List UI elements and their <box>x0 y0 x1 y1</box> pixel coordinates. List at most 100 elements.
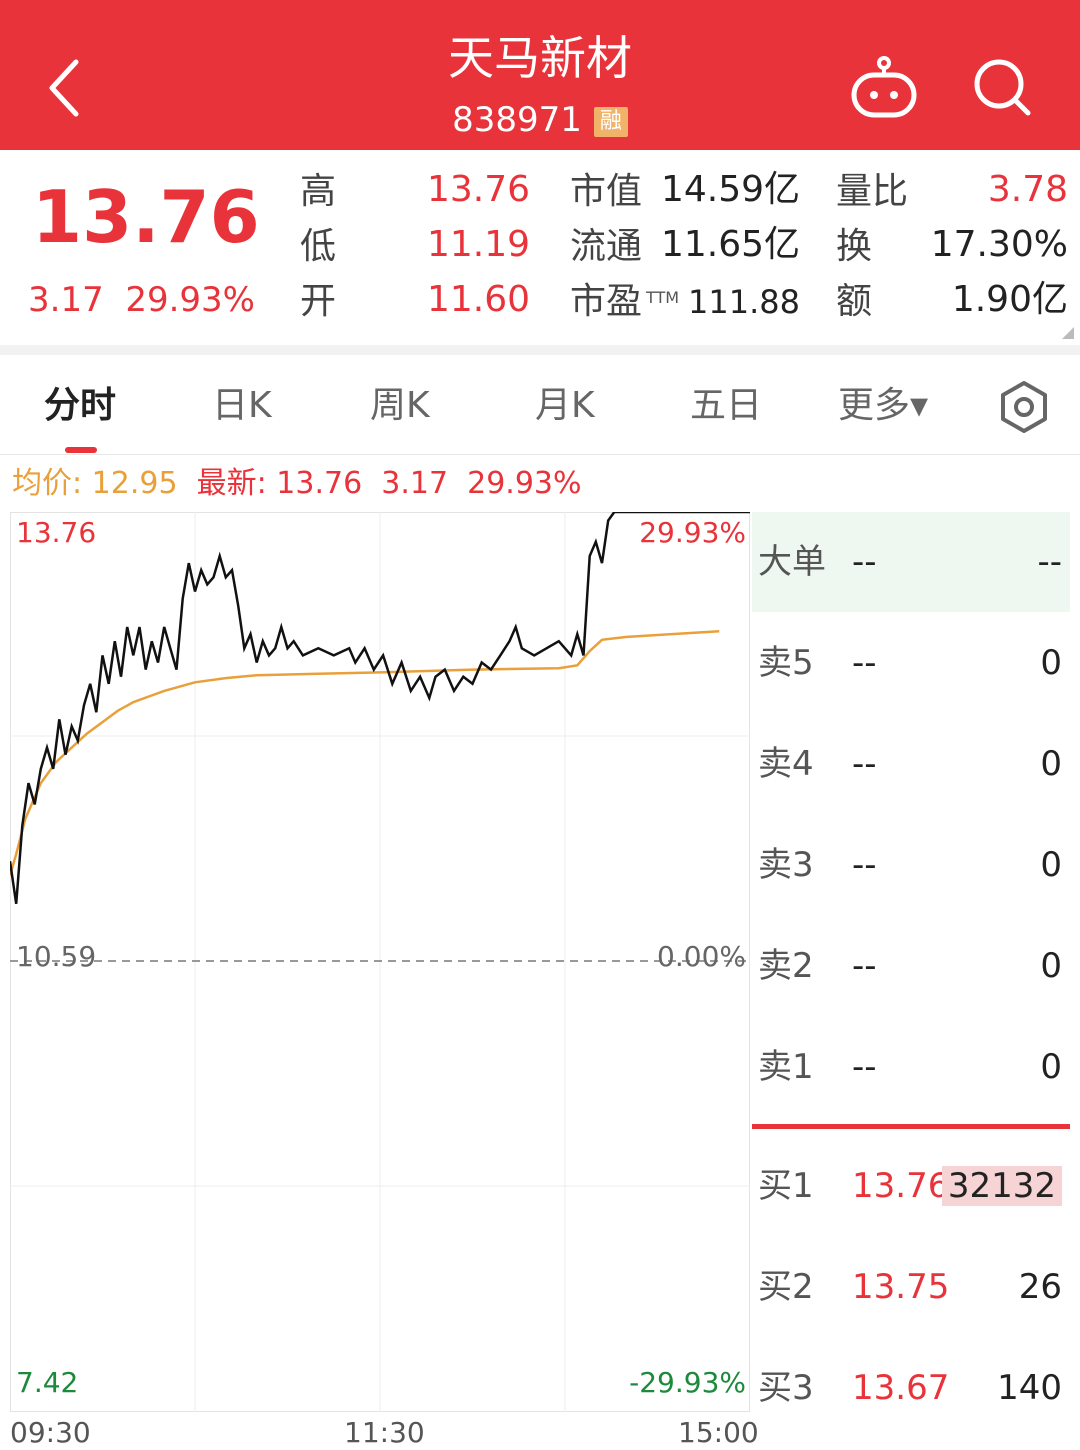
bid-vol: 140 <box>997 1368 1062 1408</box>
amount-value: 1.90亿 <box>951 279 1068 320</box>
y-label-mid-right: 0.00% <box>657 940 746 973</box>
low-label: 低 <box>300 226 337 267</box>
margin-badge: 融 <box>593 106 628 137</box>
ask-vol: 0 <box>1040 643 1062 683</box>
tab-intraday[interactable]: 分时 <box>44 381 116 431</box>
big-order-label: 大单 <box>758 542 826 582</box>
bid-price: 13.67 <box>852 1368 950 1408</box>
hexagon-settings-icon <box>1001 381 1047 433</box>
latest-label: 最新: <box>196 466 267 501</box>
float-value: 11.65亿 <box>660 224 800 265</box>
expand-corner-icon[interactable] <box>1062 327 1074 339</box>
intraday-chart-svg <box>8 510 750 1412</box>
y-label-bottom-right: -29.93% <box>629 1366 746 1399</box>
y-label-mid-left: 10.59 <box>16 940 97 973</box>
ask-label: 卖3 <box>758 845 814 885</box>
tab-weekly-k[interactable]: 周K <box>370 381 430 431</box>
latest-change-pct: 29.93% <box>467 466 582 501</box>
float-label: 流通 <box>570 226 643 267</box>
bid-row[interactable]: 买2 13.75 26 <box>752 1237 1070 1337</box>
big-order-vol: -- <box>1037 542 1062 582</box>
app-header: 天马新材 838971 融 <box>0 0 1080 150</box>
active-tab-indicator <box>65 447 97 453</box>
ask-row[interactable]: 卖1 -- 0 <box>752 1017 1070 1117</box>
bid-label: 买2 <box>758 1267 814 1307</box>
ask-price: -- <box>852 946 877 986</box>
ask-row[interactable]: 卖5 -- 0 <box>752 613 1070 713</box>
price-change: 3.17 29.93% <box>28 278 255 322</box>
order-book: 大单 -- -- 卖5 -- 0 卖4 -- 0 卖3 -- 0 卖2 -- 0… <box>752 512 1072 1450</box>
ask-vol: 0 <box>1040 744 1062 784</box>
stock-code: 838971 <box>452 100 582 140</box>
x-label-open: 09:30 <box>10 1416 91 1449</box>
ask-vol: 0 <box>1040 845 1062 885</box>
avg-price-value: 12.95 <box>91 466 178 501</box>
chart-tabs: 分时 日K 周K 月K 五日 更多▾ <box>0 355 1080 455</box>
mcap-label: 市值 <box>570 171 643 212</box>
ask-vol: 0 <box>1040 946 1062 986</box>
bid-row[interactable]: 买3 13.67 140 <box>752 1338 1070 1438</box>
big-order-row[interactable]: 大单 -- -- <box>752 512 1070 612</box>
last-price: 13.76 <box>32 175 260 259</box>
chart-info-line: 均价: 12.95 最新: 13.76 3.17 29.93% <box>12 462 582 506</box>
section-divider <box>0 345 1080 355</box>
bid-price: 13.76 <box>852 1166 950 1206</box>
ask-label: 卖2 <box>758 946 814 986</box>
turnover-value: 17.30% <box>930 224 1068 265</box>
tab-monthly-k[interactable]: 月K <box>535 381 595 431</box>
x-label-noon: 11:30 <box>344 1416 425 1449</box>
ask-price: -- <box>852 744 877 784</box>
bid-vol: 26 <box>1018 1267 1062 1307</box>
amount-label: 额 <box>836 281 873 322</box>
x-label-close: 15:00 <box>678 1416 759 1449</box>
ask-row[interactable]: 卖2 -- 0 <box>752 916 1070 1016</box>
ask-row[interactable]: 卖3 -- 0 <box>752 815 1070 915</box>
latest-value: 13.76 <box>276 466 363 501</box>
robot-assistant-button[interactable] <box>848 55 920 121</box>
quote-panel: 13.76 3.17 29.93% 高 低 开 13.76 11.19 11.6… <box>0 150 1080 345</box>
ask-bid-divider <box>752 1124 1070 1129</box>
low-value: 11.19 <box>426 224 530 265</box>
ask-label: 卖5 <box>758 643 814 683</box>
ask-label: 卖4 <box>758 744 814 784</box>
bid-label: 买1 <box>758 1166 814 1206</box>
ask-price: -- <box>852 643 877 683</box>
chart-settings-button[interactable] <box>996 379 1052 435</box>
latest-change: 3.17 <box>381 466 449 501</box>
intraday-chart[interactable]: 13.76 10.59 7.42 29.93% 0.00% -29.93% <box>8 510 750 1412</box>
change-percent: 29.93% <box>125 280 255 320</box>
volume-ratio-label: 量比 <box>836 171 909 212</box>
ask-row[interactable]: 卖4 -- 0 <box>752 714 1070 814</box>
tab-daily-k[interactable]: 日K <box>212 381 272 431</box>
ask-price: -- <box>852 845 877 885</box>
open-value: 11.60 <box>426 279 530 320</box>
y-label-top-right: 29.93% <box>639 516 746 549</box>
bid-label: 买3 <box>758 1368 814 1408</box>
bid-vol-highlight: 32132 <box>941 1166 1062 1206</box>
search-button[interactable] <box>970 55 1034 119</box>
avg-price-label: 均价: <box>12 466 83 501</box>
ask-price: -- <box>852 1047 877 1087</box>
robot-icon <box>851 56 917 118</box>
bid-row[interactable]: 买1 13.76 32132 <box>752 1136 1070 1236</box>
bid-price: 13.75 <box>852 1267 950 1307</box>
ask-label: 卖1 <box>758 1047 814 1087</box>
avg-price-line <box>8 629 720 876</box>
y-label-bottom-left: 7.42 <box>16 1366 79 1399</box>
ask-vol: 0 <box>1040 1047 1062 1087</box>
pe-label: 市盈 TTM <box>570 281 680 322</box>
ttm-superscript: TTM <box>646 288 680 307</box>
big-order-price: -- <box>852 542 877 582</box>
open-label: 开 <box>300 281 337 322</box>
turnover-label: 换 <box>836 226 873 267</box>
mcap-value: 14.59亿 <box>660 169 800 210</box>
high-value: 13.76 <box>426 169 530 210</box>
y-label-top-left: 13.76 <box>16 516 97 549</box>
volume-ratio-value: 3.78 <box>987 169 1068 210</box>
pe-value: 111.88 <box>688 283 800 321</box>
search-icon <box>974 59 1031 116</box>
tab-five-day[interactable]: 五日 <box>690 381 762 431</box>
tab-more[interactable]: 更多▾ <box>838 381 928 431</box>
high-label: 高 <box>300 171 337 212</box>
change-amount: 3.17 <box>28 280 104 320</box>
